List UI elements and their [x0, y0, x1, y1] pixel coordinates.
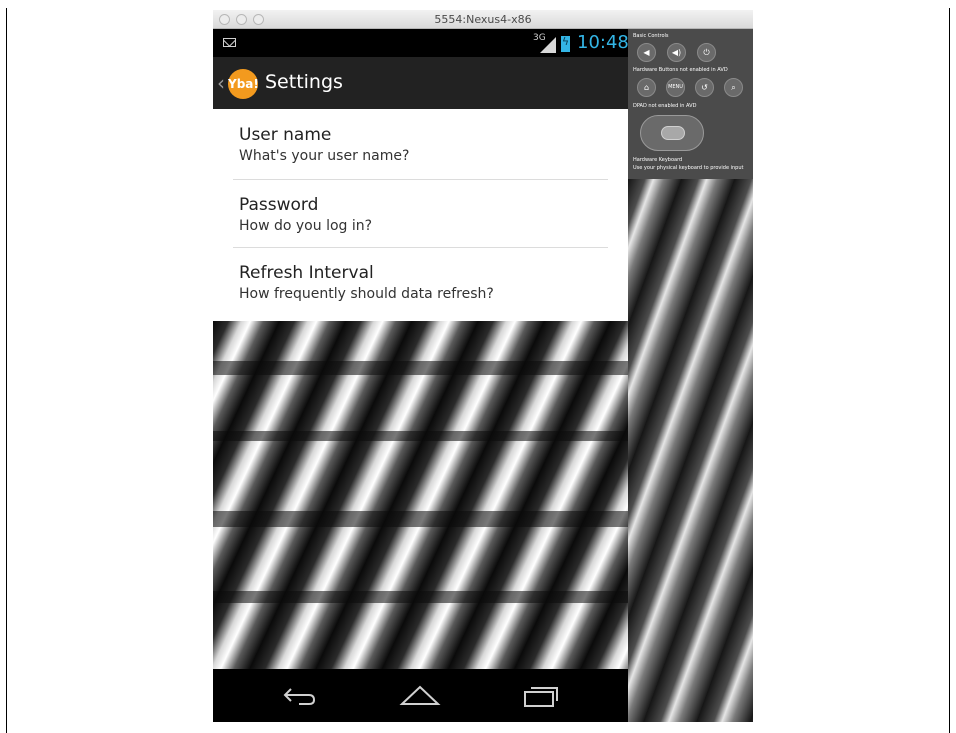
recent-apps-icon[interactable] — [521, 683, 561, 709]
artifact-band — [213, 591, 628, 603]
volume-down-icon[interactable]: ◀ — [637, 43, 656, 62]
volume-up-icon[interactable]: ◀) — [667, 43, 686, 62]
emulator-controls-panel: Basic Controls ◀ ◀) ⏻ Hardware Buttons n… — [628, 29, 753, 179]
back-arrow-icon[interactable] — [281, 684, 317, 706]
menu-button[interactable]: MENU — [666, 78, 685, 97]
page-border-right — [949, 8, 950, 733]
back-button-icon[interactable]: ↺ — [695, 78, 714, 97]
app-logo[interactable]: Yba! — [228, 69, 259, 99]
preference-summary: How do you log in? — [239, 218, 373, 234]
window-title: 5554:Nexus4-x86 — [434, 13, 532, 26]
signal-icon — [540, 37, 556, 53]
device-screen: 3G 10:48 ‹ Yba! Settings User name What'… — [213, 29, 628, 722]
dpad-label: DPAD not enabled in AVD — [633, 103, 697, 109]
home-icon[interactable] — [399, 683, 441, 707]
emulator-window: 5554:Nexus4-x86 3G 10:48 ‹ Yba! Settings… — [213, 10, 753, 722]
search-icon[interactable]: ⌕ — [724, 78, 743, 97]
preferences-list: User name What's your user name? Passwor… — [213, 109, 628, 669]
mail-icon — [223, 38, 236, 47]
page-border-left — [6, 8, 7, 733]
dpad-control[interactable] — [640, 115, 704, 151]
divider — [233, 247, 608, 248]
action-bar: ‹ Yba! Settings — [213, 57, 628, 109]
controls-artifact-area — [628, 179, 753, 722]
up-navigation-icon[interactable]: ‹ — [217, 71, 225, 95]
status-clock: 10:48 — [577, 32, 628, 53]
artifact-band — [213, 361, 628, 375]
divider — [233, 179, 608, 180]
window-titlebar: 5554:Nexus4-x86 — [213, 10, 753, 29]
basic-controls-label: Basic Controls — [633, 33, 669, 39]
hardware-buttons-label: Hardware Buttons not enabled in AVD — [633, 67, 728, 73]
preference-password[interactable]: Password How do you log in? — [239, 195, 372, 234]
dpad-center-button[interactable] — [661, 126, 685, 140]
keyboard-label: Hardware Keyboard — [633, 157, 683, 163]
page-title: Settings — [265, 71, 343, 93]
preference-title: Refresh Interval — [239, 263, 374, 283]
keyboard-hint: Use your physical keyboard to provide in… — [633, 165, 744, 171]
artifact-band — [213, 511, 628, 527]
home-button-icon[interactable]: ⌂ — [637, 78, 656, 97]
navigation-bar — [213, 669, 628, 722]
preference-title: Password — [239, 195, 319, 215]
artifact-band — [213, 431, 628, 441]
preference-title: User name — [239, 125, 332, 145]
preference-summary: How frequently should data refresh? — [239, 286, 494, 302]
power-icon[interactable]: ⏻ — [697, 43, 716, 62]
preference-summary: What's your user name? — [239, 148, 410, 164]
status-bar: 3G 10:48 — [213, 29, 628, 57]
battery-charging-icon — [561, 35, 570, 52]
rendering-artifact-area — [213, 321, 628, 669]
preference-user-name[interactable]: User name What's your user name? — [239, 125, 409, 164]
preference-refresh-interval[interactable]: Refresh Interval How frequently should d… — [239, 263, 494, 302]
